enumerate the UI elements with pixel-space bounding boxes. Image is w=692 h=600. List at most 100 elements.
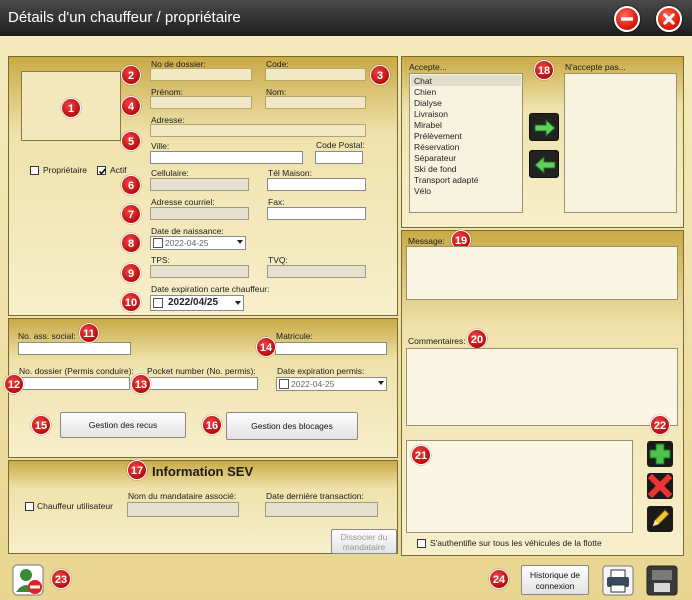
historique-connexion-button[interactable]: Historique de connexion bbox=[521, 565, 589, 595]
callout-7: 7 bbox=[121, 204, 141, 224]
expiration-carte-checkbox[interactable] bbox=[153, 298, 163, 308]
courriel-field[interactable] bbox=[150, 207, 249, 220]
tel-maison-label: Tél Maison: bbox=[268, 168, 312, 178]
derniere-transaction-field[interactable] bbox=[265, 502, 378, 517]
callout-6: 6 bbox=[121, 175, 141, 195]
list-item[interactable]: Transport adapté bbox=[414, 175, 478, 185]
close-icon bbox=[663, 13, 675, 25]
tvq-field[interactable] bbox=[267, 265, 366, 278]
delete-button[interactable] bbox=[646, 472, 674, 500]
prenom-field[interactable] bbox=[150, 96, 252, 109]
list-item[interactable]: Mirabel bbox=[414, 120, 442, 130]
edit-button[interactable] bbox=[646, 505, 674, 533]
sauthentifie-checkbox[interactable] bbox=[417, 539, 426, 548]
ass-sociale-field[interactable] bbox=[18, 342, 131, 355]
tel-maison-field[interactable] bbox=[267, 178, 366, 191]
dossier-permis-label: No. dossier (Permis conduire): bbox=[19, 366, 134, 376]
tps-field[interactable] bbox=[150, 265, 249, 278]
cellulaire-field[interactable] bbox=[150, 178, 249, 191]
list-item[interactable]: Vélo bbox=[414, 186, 431, 196]
user-remove-button[interactable] bbox=[12, 564, 44, 596]
code-field[interactable] bbox=[265, 68, 366, 81]
naissance-value: 2022-04-25 bbox=[165, 238, 209, 248]
expiration-permis-value: 2022-04-25 bbox=[291, 379, 335, 389]
callout-23: 23 bbox=[51, 569, 71, 589]
add-button[interactable] bbox=[646, 440, 674, 468]
list-item[interactable]: Dialyse bbox=[414, 98, 442, 108]
message-textarea[interactable] bbox=[406, 246, 678, 300]
callout-24: 24 bbox=[489, 569, 509, 589]
fax-label: Fax: bbox=[268, 197, 285, 207]
fax-field[interactable] bbox=[267, 207, 366, 220]
code-postal-field[interactable] bbox=[315, 151, 363, 164]
adresse-field[interactable] bbox=[150, 124, 366, 137]
accepte-list[interactable]: Chat Chien Dialyse Livraison Mirabel Pré… bbox=[409, 73, 523, 213]
ass-sociale-label: No. ass. social: bbox=[18, 331, 76, 341]
callout-1: 1 bbox=[61, 98, 81, 118]
naccepte-label: N'accepte pas... bbox=[565, 62, 626, 72]
matricule-field[interactable] bbox=[275, 342, 387, 355]
callout-18: 18 bbox=[534, 60, 554, 80]
list-item[interactable]: Prélèvement bbox=[414, 131, 462, 141]
expiration-carte-label: Date expiration carte chauffeur: bbox=[151, 284, 270, 294]
dissocier-mandataire-button[interactable]: Dissocier du mandataire bbox=[331, 529, 397, 554]
move-left-button[interactable] bbox=[529, 150, 559, 178]
callout-8: 8 bbox=[121, 233, 141, 253]
minimize-button[interactable] bbox=[614, 6, 640, 32]
sauthentifie-label: S'authentifie sur tous les véhicules de … bbox=[430, 538, 602, 548]
dissocier-line-2: mandataire bbox=[342, 542, 386, 552]
callout-20: 20 bbox=[467, 329, 487, 349]
list-item[interactable]: Chien bbox=[414, 87, 436, 97]
naccepte-list[interactable] bbox=[564, 73, 677, 213]
expiration-permis-date-picker[interactable]: 2022-04-25 bbox=[276, 377, 387, 391]
checkmark-icon bbox=[98, 168, 107, 175]
ville-field[interactable] bbox=[150, 151, 303, 164]
list-item[interactable]: Livraison bbox=[414, 109, 448, 119]
callout-5: 5 bbox=[121, 131, 141, 151]
callout-2: 2 bbox=[121, 65, 141, 85]
callout-12: 12 bbox=[4, 374, 24, 394]
print-button[interactable] bbox=[602, 565, 634, 596]
naissance-date-picker[interactable]: 2022-04-25 bbox=[150, 236, 246, 250]
mandataire-field[interactable] bbox=[127, 502, 239, 517]
gestion-recus-button[interactable]: Gestion des recus bbox=[60, 412, 186, 438]
expiration-permis-label: Date expiration permis: bbox=[277, 366, 365, 376]
minus-icon bbox=[621, 17, 633, 21]
chauffeur-utilisateur-checkbox[interactable] bbox=[25, 502, 34, 511]
move-right-button[interactable] bbox=[529, 113, 559, 141]
chevron-down-icon[interactable] bbox=[237, 240, 243, 244]
list-item[interactable]: Réservation bbox=[414, 142, 459, 152]
sev-heading: Information SEV bbox=[152, 464, 254, 479]
callout-21: 21 bbox=[411, 445, 431, 465]
chevron-down-icon[interactable] bbox=[378, 381, 384, 385]
window-title: Détails d'un chauffeur / propriétaire bbox=[8, 9, 241, 26]
naissance-label: Date de naissance: bbox=[151, 226, 224, 236]
close-button[interactable] bbox=[656, 6, 682, 32]
list-item[interactable]: Chat bbox=[414, 76, 432, 86]
message-label: Message: bbox=[408, 236, 445, 246]
mandataire-label: Nom du mandataire associé: bbox=[128, 491, 237, 501]
gestion-blocages-button[interactable]: Gestion des blocages bbox=[226, 412, 358, 440]
expiration-permis-checkbox[interactable] bbox=[279, 379, 289, 389]
list-item[interactable]: Séparateur bbox=[414, 153, 456, 163]
naissance-checkbox[interactable] bbox=[153, 238, 163, 248]
pocket-field[interactable] bbox=[146, 377, 258, 390]
red-x-icon bbox=[647, 473, 673, 499]
courriel-label: Adresse courriel: bbox=[151, 197, 215, 207]
actif-checkbox[interactable] bbox=[97, 166, 107, 175]
nom-field[interactable] bbox=[265, 96, 366, 109]
commentaires-textarea[interactable] bbox=[406, 348, 678, 426]
vehicles-list[interactable] bbox=[406, 440, 633, 533]
plus-icon bbox=[647, 441, 673, 467]
chevron-down-icon[interactable] bbox=[235, 301, 241, 305]
pencil-icon bbox=[647, 506, 673, 532]
callout-16: 16 bbox=[202, 415, 222, 435]
no-dossier-field[interactable] bbox=[150, 68, 252, 81]
save-button[interactable] bbox=[646, 565, 678, 596]
callout-13: 13 bbox=[131, 374, 151, 394]
callout-10: 10 bbox=[121, 292, 141, 312]
proprietaire-checkbox[interactable] bbox=[30, 166, 39, 175]
dossier-permis-field[interactable] bbox=[18, 377, 130, 390]
list-item[interactable]: Ski de fond bbox=[414, 164, 457, 174]
expiration-carte-date-picker[interactable]: 2022/04/25 bbox=[150, 295, 244, 311]
